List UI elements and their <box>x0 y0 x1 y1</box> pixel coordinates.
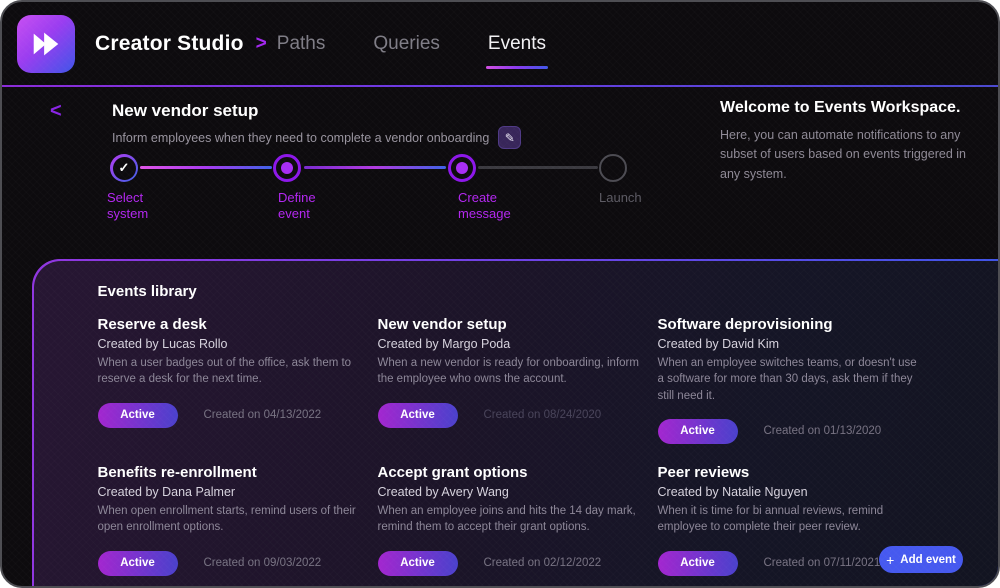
add-event-button[interactable]: + Add event <box>879 546 963 573</box>
card-title: Peer reviews <box>658 464 924 481</box>
app-logo[interactable] <box>17 15 75 73</box>
card-title: Benefits re-enrollment <box>98 464 364 481</box>
stepper-connector <box>304 166 446 169</box>
active-tab-underline <box>486 66 548 69</box>
stepper-connector <box>478 166 598 169</box>
status-badge[interactable]: Active <box>658 551 738 576</box>
card-title: Reserve a desk <box>98 316 364 333</box>
status-badge[interactable]: Active <box>378 551 458 576</box>
card-created-by: Created by Avery Wang <box>378 485 644 499</box>
card-created-on: Created on 01/13/2020 <box>764 425 882 437</box>
stepper-connector <box>140 166 272 169</box>
tab-queries[interactable]: Queries <box>373 33 440 55</box>
card-description: When an employee joins and hits the 14 d… <box>378 503 644 537</box>
card-created-on: Created on 04/13/2022 <box>204 409 322 421</box>
breadcrumb-chevron-icon: > <box>256 33 267 55</box>
card-title: Accept grant options <box>378 464 644 481</box>
workflow-subtitle-row: Inform employees when they need to compl… <box>112 126 521 149</box>
card-created-by: Created by David Kim <box>658 337 924 351</box>
event-card-software-deprovisioning: Software deprovisioning Created by David… <box>658 316 924 444</box>
edit-button[interactable]: ✎ <box>498 126 521 149</box>
card-description: When open enrollment starts, remind user… <box>98 503 364 537</box>
welcome-body: Here, you can automate notifications to … <box>720 126 972 184</box>
step-label-launch: Launch <box>599 190 663 206</box>
workflow-subtitle: Inform employees when they need to compl… <box>112 131 489 145</box>
step-select-system[interactable]: ✓ <box>110 154 138 182</box>
card-created-on: Created on 02/12/2022 <box>484 557 602 569</box>
card-description: When it is time for bi annual reviews, r… <box>658 503 924 537</box>
pencil-icon: ✎ <box>505 131 515 145</box>
app-title: Creator Studio <box>95 32 244 56</box>
step-create-message[interactable] <box>448 154 476 182</box>
card-created-by: Created by Lucas Rollo <box>98 337 364 351</box>
card-created-by: Created by Margo Poda <box>378 337 644 351</box>
app-window: Creator Studio > Paths Queries Events < … <box>0 0 1000 588</box>
header-divider <box>2 85 998 87</box>
welcome-blurb: Welcome to Events Workspace. Here, you c… <box>720 99 972 184</box>
tab-events[interactable]: Events <box>488 33 546 55</box>
events-card-grid: Reserve a desk Created by Lucas Rollo Wh… <box>98 316 1000 576</box>
fast-forward-icon <box>29 27 63 61</box>
status-badge[interactable]: Active <box>378 403 458 428</box>
events-library-panel: Events library Reserve a desk Created by… <box>32 259 1000 588</box>
event-card-new-vendor-setup: New vendor setup Created by Margo Poda W… <box>378 316 644 444</box>
card-description: When an employee switches teams, or does… <box>658 355 924 405</box>
card-created-on: Created on 08/24/2020 <box>484 409 602 421</box>
step-dot <box>281 162 293 174</box>
step-label-create-message: Create message <box>458 190 522 221</box>
workflow-title: New vendor setup <box>112 101 258 121</box>
card-description: When a user badges out of the office, as… <box>98 355 364 389</box>
workflow-stepper: ✓ Select system Define event Create mess… <box>110 154 650 234</box>
step-label-select-system: Select system <box>107 190 171 221</box>
step-label-define-event: Define event <box>278 190 342 221</box>
card-created-on: Created on 07/11/2021 <box>764 557 881 569</box>
card-created-by: Created by Dana Palmer <box>98 485 364 499</box>
step-define-event[interactable] <box>273 154 301 182</box>
card-created-on: Created on 09/03/2022 <box>204 557 322 569</box>
check-icon: ✓ <box>119 160 130 176</box>
back-button[interactable]: < <box>50 101 62 121</box>
card-created-by: Created by Natalie Nguyen <box>658 485 924 499</box>
card-title: Software deprovisioning <box>658 316 924 333</box>
step-launch[interactable] <box>599 154 627 182</box>
card-description: When a new vendor is ready for onboardin… <box>378 355 644 389</box>
status-badge[interactable]: Active <box>98 403 178 428</box>
status-badge[interactable]: Active <box>658 419 738 444</box>
plus-icon: + <box>886 553 894 567</box>
event-card-benefits-re-enrollment: Benefits re-enrollment Created by Dana P… <box>98 464 364 576</box>
welcome-title: Welcome to Events Workspace. <box>720 99 972 117</box>
top-nav-bar: Creator Studio > Paths Queries Events <box>2 2 998 86</box>
card-title: New vendor setup <box>378 316 644 333</box>
events-library-title: Events library <box>98 283 1000 300</box>
add-event-label: Add event <box>900 554 956 566</box>
event-card-accept-grant-options: Accept grant options Created by Avery Wa… <box>378 464 644 576</box>
tab-paths[interactable]: Paths <box>277 33 326 55</box>
event-card-reserve-a-desk: Reserve a desk Created by Lucas Rollo Wh… <box>98 316 364 444</box>
status-badge[interactable]: Active <box>98 551 178 576</box>
step-dot <box>456 162 468 174</box>
